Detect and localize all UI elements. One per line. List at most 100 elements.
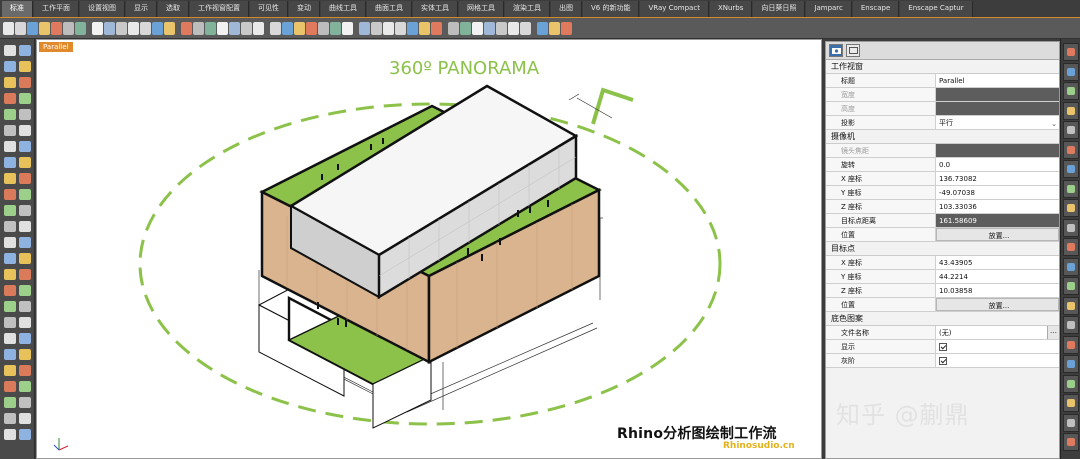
toolbar-command-icon[interactable] <box>383 21 394 35</box>
tool-icon[interactable] <box>19 221 31 232</box>
side-panel-tab[interactable] <box>1063 218 1079 237</box>
tool-icon[interactable] <box>19 205 31 216</box>
tab-9[interactable]: 曲面工具 <box>367 1 412 17</box>
tool-icon[interactable] <box>19 429 31 440</box>
tool-icon[interactable] <box>19 45 31 56</box>
viewport-parallel[interactable]: Parallel 360º PANORAMA Rhino分析图绘制工作流 Rhi… <box>36 39 822 459</box>
tool-icon[interactable] <box>4 45 16 56</box>
toolbar-command-icon[interactable] <box>27 21 38 35</box>
tool-icon[interactable] <box>19 173 31 184</box>
toolbar-command-icon[interactable] <box>128 21 139 35</box>
side-panel-tab[interactable] <box>1063 394 1079 412</box>
tool-icon[interactable] <box>4 349 16 360</box>
tool-icon[interactable] <box>19 269 31 280</box>
tab-1[interactable]: 工作平面 <box>34 1 79 17</box>
tool-icon[interactable] <box>19 125 31 136</box>
tool-icon[interactable] <box>19 317 31 328</box>
toolbar-command-icon[interactable] <box>3 21 14 35</box>
tool-icon[interactable] <box>4 413 16 424</box>
property-value-field[interactable]: 44.2214 <box>936 270 1059 283</box>
toolbar-command-icon[interactable] <box>448 21 459 35</box>
side-panel-tab[interactable] <box>1063 43 1079 61</box>
tab-7[interactable]: 变动 <box>289 1 320 17</box>
side-panel-tab[interactable] <box>1063 374 1079 393</box>
tool-icon[interactable] <box>4 253 16 264</box>
toolbar-command-icon[interactable] <box>51 21 62 35</box>
tool-icon[interactable] <box>4 269 16 280</box>
toolbar-command-icon[interactable] <box>63 21 74 35</box>
toolbar-command-icon[interactable] <box>484 21 495 35</box>
toolbar-command-icon[interactable] <box>460 21 471 35</box>
tool-icon[interactable] <box>4 205 16 216</box>
side-panel-tab[interactable] <box>1063 316 1079 334</box>
toolbar-command-icon[interactable] <box>318 21 329 35</box>
tool-icon[interactable] <box>19 253 31 264</box>
tab-15[interactable]: VRay Compact <box>640 1 709 17</box>
camera-tab-icon[interactable] <box>829 44 843 57</box>
toolbar-command-icon[interactable] <box>419 21 430 35</box>
tool-icon[interactable] <box>4 125 16 136</box>
tab-19[interactable]: Enscape <box>852 1 900 17</box>
property-value-field[interactable]: 103.33036 <box>936 200 1059 213</box>
viewport-tab-icon[interactable] <box>846 44 860 57</box>
toolbar-command-icon[interactable] <box>561 21 572 35</box>
side-panel-tab[interactable] <box>1063 82 1079 100</box>
toolbar-command-icon[interactable] <box>330 21 341 35</box>
toolbar-command-icon[interactable] <box>549 21 560 35</box>
toolbar-command-icon[interactable] <box>181 21 192 35</box>
side-panel-tab[interactable] <box>1063 277 1079 295</box>
tool-icon[interactable] <box>4 397 16 408</box>
tool-icon[interactable] <box>19 301 31 312</box>
place-button[interactable]: 放置... <box>936 298 1059 311</box>
tab-2[interactable]: 设置视图 <box>80 1 125 17</box>
side-panel-tab[interactable] <box>1063 101 1079 120</box>
tool-icon[interactable] <box>4 61 16 72</box>
toolbar-command-icon[interactable] <box>359 21 370 35</box>
toolbar-command-icon[interactable] <box>537 21 548 35</box>
side-panel-tab[interactable] <box>1063 335 1079 354</box>
property-checkbox[interactable] <box>936 340 1059 353</box>
tab-0[interactable]: 标准 <box>2 1 33 17</box>
checkbox-checked-icon[interactable] <box>939 343 947 351</box>
toolbar-command-icon[interactable] <box>431 21 442 35</box>
tool-icon[interactable] <box>4 237 16 248</box>
tab-13[interactable]: 出图 <box>551 1 582 17</box>
place-button[interactable]: 放置... <box>936 228 1059 241</box>
side-panel-tab[interactable] <box>1063 179 1079 198</box>
toolbar-command-icon[interactable] <box>229 21 240 35</box>
tool-icon[interactable] <box>19 413 31 424</box>
property-value-field[interactable]: 43.43905 <box>936 256 1059 269</box>
tool-icon[interactable] <box>4 381 16 392</box>
tool-icon[interactable] <box>4 173 16 184</box>
toolbar-command-icon[interactable] <box>152 21 163 35</box>
tool-icon[interactable] <box>19 61 31 72</box>
tool-icon[interactable] <box>4 189 16 200</box>
tab-8[interactable]: 曲线工具 <box>321 1 366 17</box>
toolbar-command-icon[interactable] <box>407 21 418 35</box>
tool-icon[interactable] <box>4 141 16 152</box>
tool-icon[interactable] <box>19 365 31 376</box>
side-panel-tab[interactable] <box>1063 238 1079 256</box>
toolbar-command-icon[interactable] <box>217 21 228 35</box>
toolbar-command-icon[interactable] <box>241 21 252 35</box>
tool-icon[interactable] <box>4 317 16 328</box>
tool-icon[interactable] <box>19 141 31 152</box>
tab-16[interactable]: XNurbs <box>709 1 753 17</box>
side-panel-tab[interactable] <box>1063 433 1079 451</box>
property-value-field[interactable]: Parallel <box>936 74 1059 87</box>
side-panel-tab[interactable] <box>1063 199 1079 217</box>
side-panel-tab[interactable] <box>1063 160 1079 178</box>
toolbar-command-icon[interactable] <box>75 21 86 35</box>
checkbox-checked-icon[interactable] <box>939 357 947 365</box>
side-panel-tab[interactable] <box>1063 140 1079 159</box>
tool-icon[interactable] <box>19 77 31 88</box>
tool-icon[interactable] <box>19 157 31 168</box>
toolbar-command-icon[interactable] <box>39 21 50 35</box>
tool-icon[interactable] <box>4 157 16 168</box>
toolbar-command-icon[interactable] <box>342 21 353 35</box>
toolbar-command-icon[interactable] <box>164 21 175 35</box>
tab-11[interactable]: 网格工具 <box>459 1 504 17</box>
chevron-down-icon[interactable]: ⌄ <box>1051 117 1057 129</box>
tool-icon[interactable] <box>19 237 31 248</box>
tab-5[interactable]: 工作视窗配置 <box>190 1 249 17</box>
